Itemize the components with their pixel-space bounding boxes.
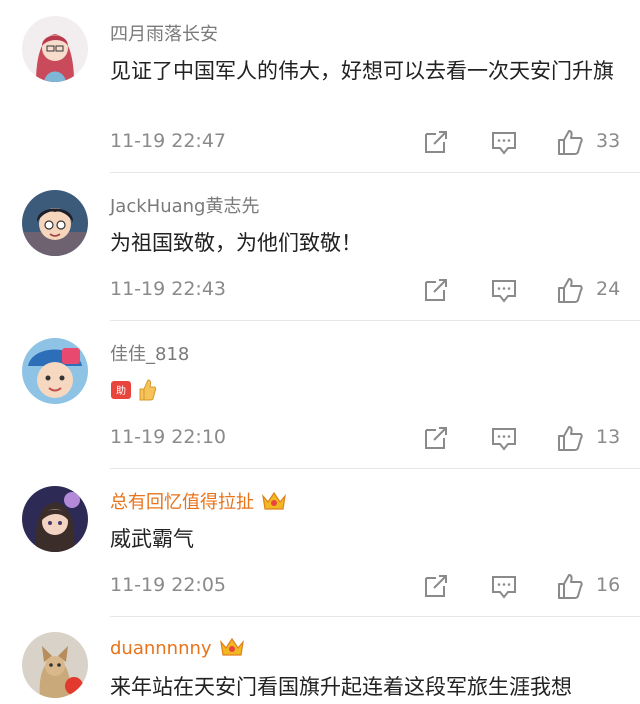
avatar[interactable] bbox=[22, 16, 88, 82]
comment-item: duannnnny 来年站在天安门看国旗升起连着这段军旅生涯我想 bbox=[0, 616, 640, 699]
comment-time: 11-19 22:43 bbox=[110, 278, 227, 300]
like-icon[interactable] bbox=[556, 276, 586, 306]
comment-item: 四月雨落长安 见证了中国军人的伟大，好想可以去看一次天安门升旗 11-19 22… bbox=[0, 0, 640, 172]
avatar[interactable] bbox=[22, 632, 88, 698]
comment-text: 见证了中国军人的伟大，好想可以去看一次天安门升旗 bbox=[110, 59, 614, 83]
like-count: 13 bbox=[596, 426, 621, 448]
share-icon[interactable] bbox=[422, 128, 452, 158]
avatar[interactable] bbox=[22, 486, 88, 552]
username[interactable]: 佳佳_818 bbox=[110, 340, 189, 366]
username[interactable]: 总有回忆值得拉扯 bbox=[110, 488, 288, 514]
like-count: 24 bbox=[596, 278, 621, 300]
like-count: 33 bbox=[596, 130, 621, 152]
comment-time: 11-19 22:10 bbox=[110, 426, 227, 448]
comment-text: 为祖国致敬，为他们致敬！ bbox=[110, 231, 362, 255]
comment-icon[interactable] bbox=[490, 572, 520, 602]
username[interactable]: duannnnny bbox=[110, 636, 246, 659]
comment-meta: 11-19 22:47 33 bbox=[110, 128, 640, 158]
comment-icon[interactable] bbox=[490, 424, 520, 454]
comment-text: 威武霸气 bbox=[110, 527, 194, 551]
help-sticker-icon: 助 bbox=[110, 379, 132, 405]
comment-time: 11-19 22:47 bbox=[110, 130, 227, 152]
crown-vip-icon bbox=[262, 491, 286, 510]
emoji-row: 助 bbox=[110, 378, 157, 406]
svg-text:助: 助 bbox=[116, 384, 126, 397]
like-icon[interactable] bbox=[556, 572, 586, 602]
comment-item: JackHuang黄志先 为祖国致敬，为他们致敬！ 11-19 22:43 24 bbox=[0, 172, 640, 320]
comment-meta: 11-19 22:10 13 bbox=[110, 424, 640, 454]
comment-icon[interactable] bbox=[490, 128, 520, 158]
comment-text: 来年站在天安门看国旗升起连着这段军旅生涯我想 bbox=[110, 675, 572, 699]
share-icon[interactable] bbox=[422, 572, 452, 602]
comment-time: 11-19 22:05 bbox=[110, 574, 227, 596]
share-icon[interactable] bbox=[422, 424, 452, 454]
share-icon[interactable] bbox=[422, 276, 452, 306]
comment-item: 总有回忆值得拉扯 威武霸气 11-19 22:05 16 bbox=[0, 468, 640, 616]
like-icon[interactable] bbox=[556, 424, 586, 454]
avatar[interactable] bbox=[22, 338, 88, 404]
crown-vip-icon bbox=[219, 637, 244, 656]
username-text[interactable]: duannnnny bbox=[110, 638, 212, 659]
username-text[interactable]: 总有回忆值得拉扯 bbox=[110, 492, 254, 513]
comment-item: 佳佳_818 助 11-19 22:10 13 bbox=[0, 320, 640, 468]
comment-meta: 11-19 22:05 16 bbox=[110, 572, 640, 602]
thumbs-up-emoji-icon bbox=[137, 378, 157, 406]
avatar[interactable] bbox=[22, 190, 88, 256]
like-icon[interactable] bbox=[556, 128, 586, 158]
comment-icon[interactable] bbox=[490, 276, 520, 306]
username[interactable]: 四月雨落长安 bbox=[110, 20, 218, 46]
username[interactable]: JackHuang黄志先 bbox=[110, 192, 259, 218]
comment-meta: 11-19 22:43 24 bbox=[110, 276, 640, 306]
like-count: 16 bbox=[596, 574, 621, 596]
